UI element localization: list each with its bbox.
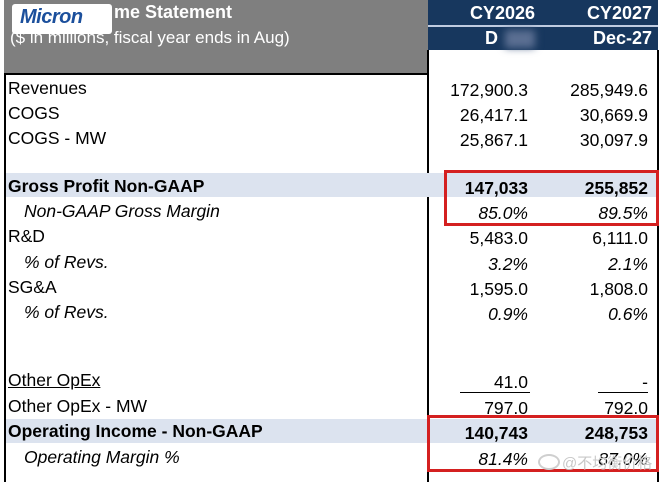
header-bottom-border bbox=[4, 73, 428, 75]
row-label-operating-margin: Operating Margin % bbox=[24, 447, 180, 467]
row-label-revenues: Revenues bbox=[8, 78, 87, 98]
cell-sga-cy2026: 1,595.0 bbox=[469, 279, 528, 299]
column-header-period-1: D bbox=[485, 28, 498, 48]
cell-rd-pct-cy2027: 2.1% bbox=[608, 254, 648, 274]
watermark-text: @不均衡价格 bbox=[562, 455, 653, 472]
cell-cogs-cy2027: 30,669.9 bbox=[579, 105, 648, 125]
cell-rd-cy2027: 6,111.0 bbox=[592, 228, 648, 248]
cell-cogs-mw-cy2027: 30,097.9 bbox=[579, 130, 648, 150]
cell-other-opex-cy2026: 41.0 bbox=[493, 372, 528, 392]
row-label-sga: SG&A bbox=[8, 277, 57, 297]
redacted-period-blur bbox=[505, 30, 535, 48]
row-label-other-opex-mw: Other OpEx - MW bbox=[8, 396, 148, 416]
cell-revenues-cy2027: 285,949.6 bbox=[570, 80, 648, 100]
column-header-year-1: CY2026 bbox=[469, 3, 535, 23]
row-label-cogs: COGS bbox=[8, 103, 60, 123]
row-label-rd-pct: % of Revs. bbox=[24, 252, 109, 272]
row-label-other-opex: Other OpEx bbox=[8, 370, 101, 390]
row-label-rd: R&D bbox=[8, 226, 45, 246]
gross-profit-highlight-box bbox=[444, 170, 659, 226]
row-label-sga-pct: % of Revs. bbox=[24, 302, 109, 322]
cell-revenues-cy2026: 172,900.3 bbox=[450, 80, 528, 100]
other-opex-underline-2 bbox=[598, 392, 648, 393]
column-header-period-2: Dec-27 bbox=[592, 28, 652, 48]
row-label-gross-margin: Non-GAAP Gross Margin bbox=[24, 201, 220, 221]
statement-title: me Statement bbox=[114, 2, 233, 22]
cell-sga-cy2027: 1,808.0 bbox=[589, 279, 648, 299]
cell-sga-pct-cy2027: 0.6% bbox=[608, 304, 648, 324]
cell-cogs-mw-cy2026: 25,867.1 bbox=[459, 130, 528, 150]
header-divider bbox=[428, 25, 658, 27]
row-label-cogs-mw: COGS - MW bbox=[8, 128, 107, 148]
cell-rd-cy2026: 5,483.0 bbox=[469, 228, 528, 248]
row-label-operating-income: Operating Income - Non-GAAP bbox=[8, 421, 263, 441]
other-opex-underline-1 bbox=[460, 392, 530, 393]
column-header-year-2: CY2027 bbox=[586, 3, 652, 23]
weibo-watermark-icon bbox=[538, 454, 560, 470]
cell-other-opex-cy2027: - bbox=[642, 372, 648, 392]
cell-rd-pct-cy2026: 3.2% bbox=[488, 254, 528, 274]
statement-subtitle: ($ in millions, fiscal year ends in Aug) bbox=[10, 28, 290, 47]
micron-logo-text: Micron bbox=[20, 6, 83, 28]
cell-cogs-cy2026: 26,417.1 bbox=[459, 105, 528, 125]
row-label-gross-profit: Gross Profit Non-GAAP bbox=[8, 176, 205, 196]
cell-sga-pct-cy2026: 0.9% bbox=[488, 304, 528, 324]
